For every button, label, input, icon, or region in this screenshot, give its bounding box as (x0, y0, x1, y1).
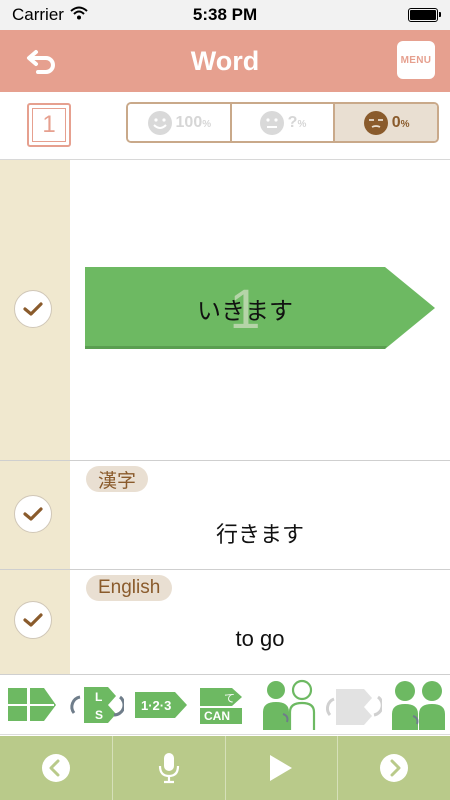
svg-text:て: て (224, 692, 235, 705)
kanji-tag: 漢字 (86, 466, 149, 492)
nav-bar: Word MENU (0, 30, 450, 92)
mode-listen-speak-icon[interactable]: LS (68, 677, 125, 733)
svg-text:CAN: CAN (204, 709, 230, 723)
filter-unlearned[interactable]: 0% (335, 104, 437, 141)
mode-number-icon[interactable]: 1·2·3 (133, 677, 189, 733)
next-button[interactable] (338, 736, 450, 800)
svg-text:S: S (95, 708, 103, 722)
check-icon (23, 613, 43, 627)
mode-repeat-icon[interactable] (325, 677, 382, 733)
previous-button[interactable] (0, 736, 113, 800)
record-button[interactable] (113, 736, 226, 800)
filter-mastered-label: 100% (175, 113, 212, 131)
english-row: English to go (0, 570, 450, 675)
mode-arrow-grid-icon[interactable] (4, 677, 60, 733)
smile-face-icon (147, 110, 172, 135)
battery-icon (408, 8, 441, 22)
word-check-button[interactable] (14, 290, 52, 328)
page-title: Word (190, 45, 260, 76)
play-button[interactable] (226, 736, 339, 800)
play-icon (270, 755, 293, 781)
chevron-right-icon (380, 754, 409, 782)
filter-unsure[interactable]: ?% (231, 104, 336, 141)
bottom-bar (0, 736, 450, 800)
kanji-row: 漢字 行きます (0, 461, 450, 570)
neutral-face-icon (259, 110, 284, 135)
mode-conversation-icon[interactable] (261, 677, 317, 733)
undo-arrow-icon (27, 50, 55, 74)
carrier-label: Carrier (12, 5, 64, 24)
menu-button[interactable]: MENU (397, 41, 435, 79)
mode-dialogue-icon[interactable] (390, 677, 446, 733)
filter-unsure-label: ?% (287, 113, 307, 131)
english-tag: English (86, 575, 173, 601)
check-icon (23, 302, 43, 316)
english-check-button[interactable] (14, 601, 52, 639)
english-text: to go (235, 626, 285, 651)
check-icon (23, 507, 43, 521)
card-number-box[interactable]: 1 (27, 103, 71, 147)
kanji-text: 行きます (215, 522, 304, 547)
chevron-left-icon (41, 754, 70, 782)
back-button[interactable] (22, 42, 62, 80)
status-bar: Carrier 5:38 PM (0, 0, 450, 30)
filter-unlearned-label: 0% (391, 113, 410, 131)
filter-mastered[interactable]: 100% (128, 104, 232, 141)
svg-text:L: L (95, 690, 102, 704)
card-number: 1 (32, 108, 66, 142)
word-kana: いきます (197, 297, 293, 325)
svg-text:1·2·3: 1·2·3 (141, 698, 171, 713)
microphone-icon (158, 753, 179, 784)
mastery-filter: 100% ?% 0% (126, 102, 439, 143)
sleepy-face-icon (363, 110, 388, 135)
kanji-check-button[interactable] (14, 495, 52, 533)
mode-bar: LS 1·2·3 て CAN (0, 675, 450, 735)
wifi-icon (70, 5, 88, 25)
mode-te-can-icon[interactable]: て CAN (197, 677, 253, 733)
